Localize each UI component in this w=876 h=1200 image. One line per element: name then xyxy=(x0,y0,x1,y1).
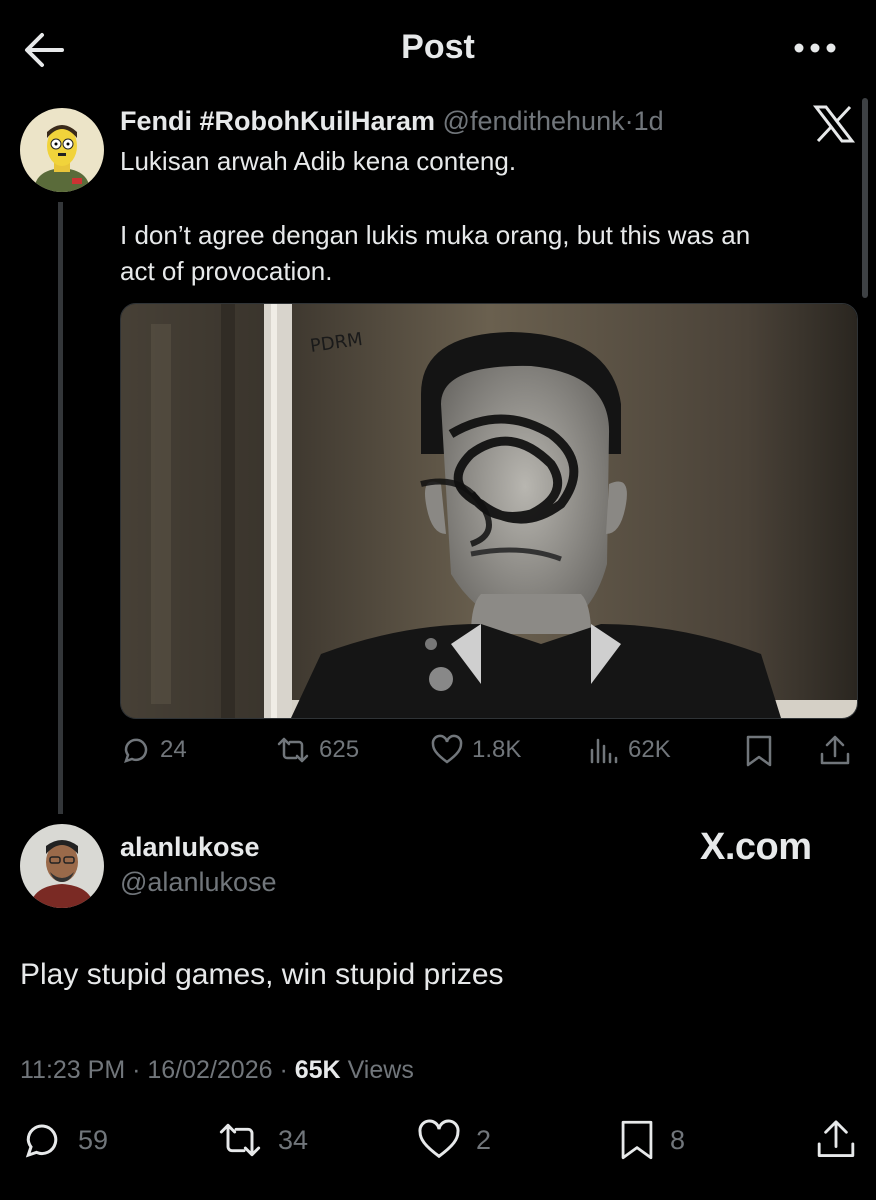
thread-line xyxy=(58,202,63,814)
quoted-separator: · xyxy=(624,106,634,136)
views-icon xyxy=(588,734,620,766)
bookmark-icon xyxy=(618,1118,656,1162)
page-title: Post xyxy=(401,28,475,66)
meta-separator-2: · xyxy=(279,1056,288,1084)
quoted-reply-button[interactable]: 24 xyxy=(120,734,187,766)
post-views-count[interactable]: 65K xyxy=(295,1056,341,1084)
bookmark-count: 8 xyxy=(670,1124,686,1155)
post-views-label[interactable]: Views xyxy=(348,1056,414,1084)
quoted-text-line2: I don’t agree dengan lukis muka orang, b… xyxy=(120,220,751,250)
quoted-display-name[interactable]: Fendi #RobohKuilHaram xyxy=(120,106,435,136)
post-meta: 11:23 PM · 16/02/2026 · 65K Views xyxy=(20,1056,414,1085)
quoted-handle[interactable]: @fendithehunk xyxy=(443,106,625,136)
bookmark-button[interactable]: 8 xyxy=(618,1118,685,1162)
repost-count: 34 xyxy=(278,1124,309,1155)
quoted-reply-count: 24 xyxy=(160,736,187,763)
quoted-text-line1: Lukisan arwah Adib kena conteng. xyxy=(120,146,517,176)
post-text: Play stupid games, win stupid prizes xyxy=(20,958,504,991)
x-com-watermark: X.com xyxy=(700,826,812,868)
repost-icon xyxy=(216,1118,264,1162)
quoted-avatar[interactable] xyxy=(20,108,104,192)
quoted-like-button[interactable]: 1.8K xyxy=(430,734,521,766)
x-logo-icon xyxy=(812,104,856,144)
like-count: 2 xyxy=(476,1124,492,1155)
reply-button[interactable]: 59 xyxy=(20,1118,108,1162)
repost-button[interactable]: 34 xyxy=(216,1118,308,1162)
post-handle[interactable]: @alanlukose xyxy=(120,867,277,898)
quoted-media-image[interactable]: PDRM xyxy=(120,303,858,719)
more-horizontal-icon[interactable] xyxy=(790,36,840,60)
reply-icon xyxy=(20,1118,64,1162)
reply-count: 59 xyxy=(78,1124,109,1155)
quoted-like-count: 1.8K xyxy=(472,736,522,763)
bookmark-icon[interactable] xyxy=(744,734,774,768)
quoted-text-line3: act of provocation. xyxy=(120,256,333,286)
quoted-views-count: 62K xyxy=(628,736,671,763)
quoted-repost-count: 625 xyxy=(319,736,360,763)
scrollbar[interactable] xyxy=(862,98,868,298)
heart-icon xyxy=(416,1118,462,1162)
post-display-name[interactable]: alanlukose xyxy=(120,832,260,863)
quoted-author-line[interactable]: Fendi #RobohKuilHaram @fendithehunk·1d xyxy=(120,106,664,137)
post-date: 16/02/2026 xyxy=(147,1056,273,1084)
share-icon[interactable] xyxy=(818,734,852,768)
like-button[interactable]: 2 xyxy=(416,1118,491,1162)
heart-icon xyxy=(430,734,464,766)
post-time: 11:23 PM xyxy=(20,1056,126,1084)
meta-separator-1: · xyxy=(132,1056,141,1084)
quoted-repost-button[interactable]: 625 xyxy=(275,734,359,766)
quoted-time: 1d xyxy=(633,106,664,136)
post-avatar[interactable] xyxy=(20,824,104,908)
repost-icon xyxy=(275,734,311,766)
reply-icon xyxy=(120,734,152,766)
quoted-views-button[interactable]: 62K xyxy=(588,734,671,766)
share-icon[interactable] xyxy=(814,1118,858,1162)
